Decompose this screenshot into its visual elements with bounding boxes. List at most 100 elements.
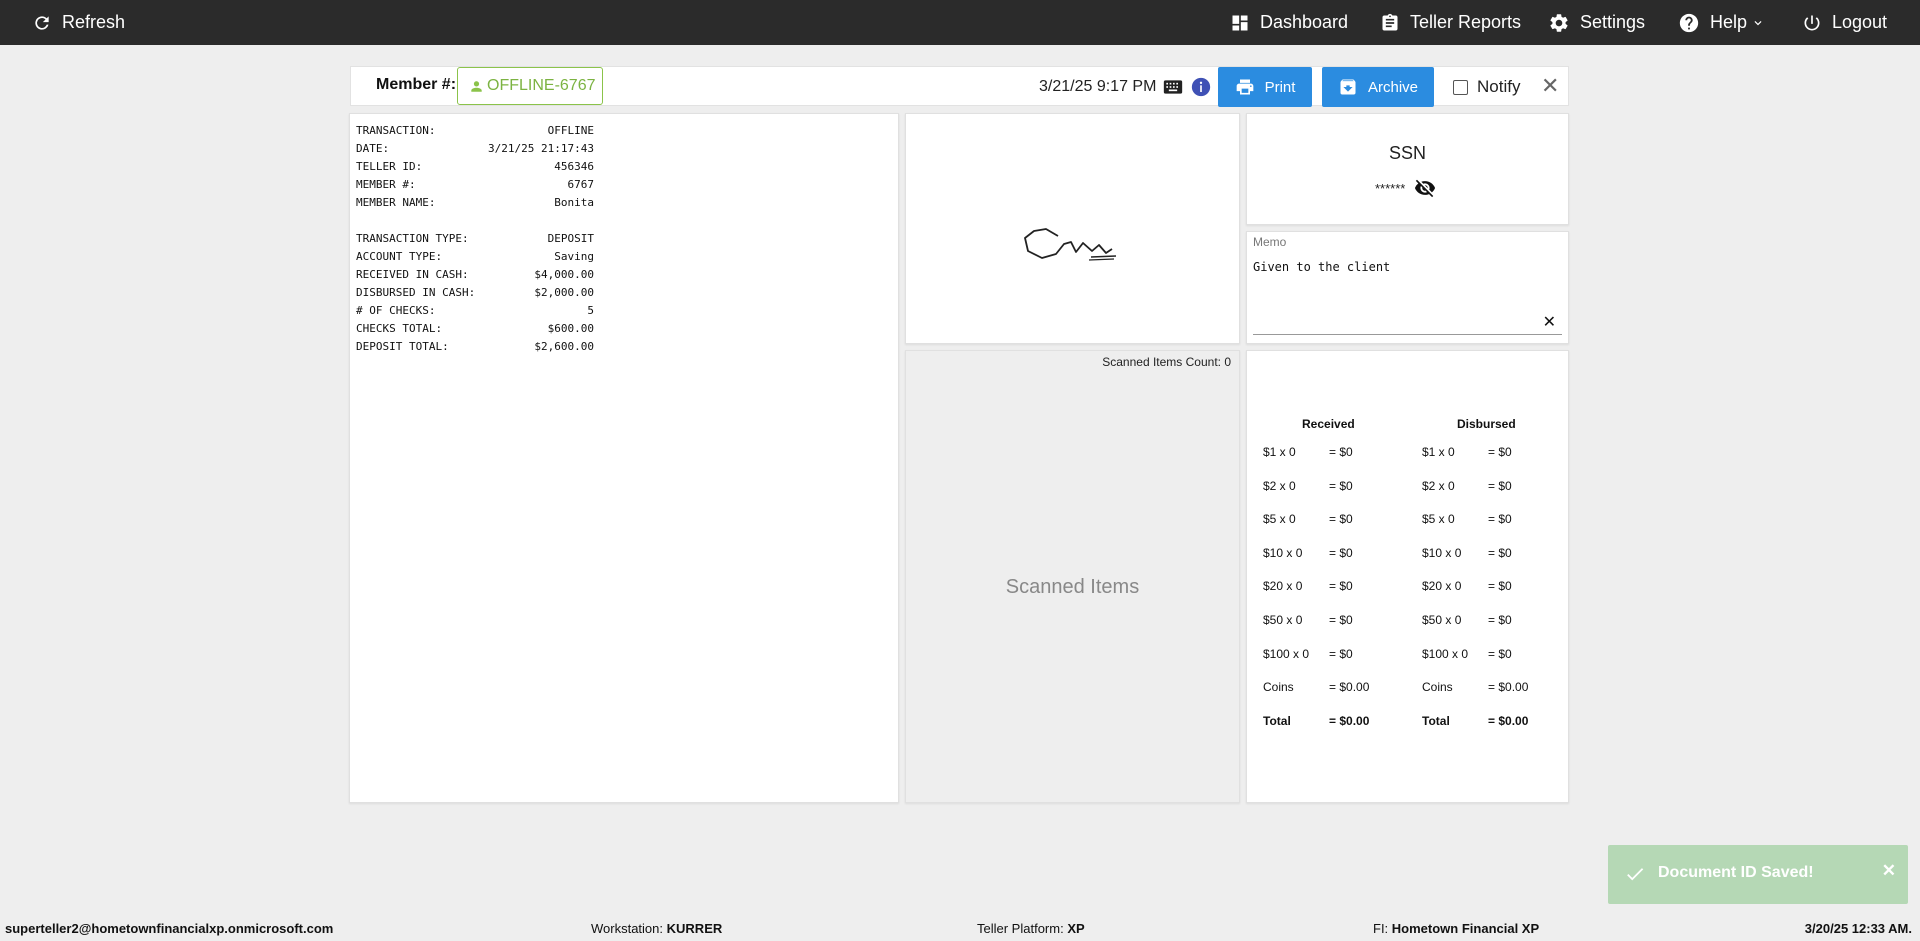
disbursed-denomination: $10 x 0 [1422, 545, 1462, 560]
toast-message: Document ID Saved! [1658, 864, 1814, 881]
footer-user: superteller2@hometownfinancialxp.onmicro… [5, 921, 334, 936]
user-icon [471, 80, 482, 92]
notify-label: Notify [1477, 77, 1521, 96]
disbursed-denomination: $2 x 0 [1422, 478, 1455, 493]
receipt-line-label: DISBURSED IN CASH: [356, 286, 476, 299]
received-denomination: Total [1263, 713, 1291, 728]
received-amount: = $0 [1329, 579, 1353, 594]
info-icon[interactable] [1191, 77, 1211, 97]
disbursed-amount: = $0 [1488, 545, 1512, 560]
receipt-line-value: $2,600.00 [534, 340, 594, 353]
receipt-line-label: # OF CHECKS: [356, 304, 436, 317]
scanned-items-panel[interactable]: Scanned Items Count: 0 Scanned Items [905, 350, 1240, 803]
dashboard-icon [1232, 15, 1248, 30]
keyboard-icon[interactable] [1163, 79, 1183, 95]
footer-platform-label: Teller Platform: [977, 921, 1064, 936]
scanned-items-count: Scanned Items Count: 0 [1102, 355, 1231, 369]
footer-user-wrap: superteller2@hometownfinancialxp.onmicro… [5, 921, 333, 936]
footer-platform-value: XP [1067, 921, 1085, 936]
disbursed-amount: = $0.00 [1488, 680, 1529, 695]
eye-off-icon[interactable] [1413, 177, 1437, 199]
ssn-title: SSN [1388, 143, 1426, 163]
receipt-panel: TRANSACTION: OFFLINE DATE: 3/21/25 21:17:43… [349, 113, 899, 803]
archive-label: Archive [1367, 78, 1419, 96]
receipt-line-value: Bonita [554, 196, 594, 209]
archive-button[interactable]: Archive [1322, 67, 1434, 107]
nav-settings[interactable]: Settings [1548, 0, 1645, 45]
nav-logout[interactable]: Logout [1802, 0, 1887, 45]
cash-row: $10 x 0 = $0 $10 x 0 = $0 [1247, 546, 1568, 566]
receipt-line-value: OFFLINE [547, 124, 594, 137]
disbursed-amount: = $0 [1488, 613, 1512, 627]
success-toast: Document ID Saved! ✕ [1608, 845, 1908, 904]
receipt-line-label: RECEIVED IN CASH: [356, 268, 469, 281]
cash-row: $5 x 0 = $0 $5 x 0 = $0 [1247, 512, 1568, 532]
clipboard-icon [1382, 13, 1398, 31]
received-amount: = $0 [1329, 512, 1353, 527]
disbursed-denomination: $1 x 0 [1422, 445, 1455, 459]
memo-clear-button[interactable]: ✕ [1543, 312, 1556, 332]
print-button[interactable]: Print [1218, 67, 1312, 107]
help-icon [1679, 13, 1699, 32]
receipt-line: RECEIVED IN CASH: $4,000.00 [356, 266, 594, 284]
footer-fi-label: FI: [1373, 921, 1389, 936]
chevron-down-icon [1754, 20, 1762, 25]
disbursed-denomination: $100 x 0 [1422, 646, 1469, 661]
print-label: Print [1264, 78, 1296, 96]
received-denomination: Coins [1263, 680, 1294, 695]
power-icon [1804, 15, 1820, 30]
received-denomination: $10 x 0 [1263, 545, 1303, 560]
disbursed-amount: = $0 [1488, 646, 1512, 661]
footer-fi: FI: Hometown Financial XP [1373, 921, 1539, 936]
received-amount: = $0 [1329, 445, 1353, 459]
footer-platform: Teller Platform: XP [977, 921, 1085, 936]
received-denomination: $100 x 0 [1263, 646, 1310, 661]
receipt-line: TELLER ID: 456346 [356, 158, 594, 176]
notify-checkbox-box[interactable] [1453, 79, 1468, 95]
refresh-button[interactable]: Refresh [32, 0, 125, 45]
status-footer: superteller2@hometownfinancialxp.onmicro… [0, 915, 1920, 941]
receipt-section-transaction: TRANSACTION: OFFLINE DATE: 3/21/25 21:17:43… [356, 122, 892, 212]
cash-row: Coins = $0.00 Coins = $0.00 [1247, 680, 1568, 700]
received-denomination: $50 x 0 [1263, 613, 1303, 627]
receipt-line: ACCOUNT TYPE: Saving [356, 248, 594, 266]
notify-checkbox[interactable]: Notify [1453, 77, 1520, 97]
received-amount: = $0 [1329, 478, 1353, 493]
disbursed-denomination: $5 x 0 [1422, 512, 1455, 527]
disbursed-amount: = $0.00 [1488, 713, 1529, 728]
receipt-line-label: CHECKS TOTAL: [356, 322, 443, 335]
cash-total-row: Total = $0.00 Total = $0.00 [1247, 714, 1568, 734]
receipt-line: MEMBER #: 6767 [356, 176, 594, 194]
signature-panel [905, 113, 1240, 344]
top-navbar: Refresh Dashboard Teller Reports Setting… [0, 0, 1920, 45]
receipt-line: # OF CHECKS: 5 [356, 302, 594, 320]
received-denomination: $5 x 0 [1263, 512, 1296, 527]
nav-help-dropdown[interactable]: Help [1678, 0, 1765, 45]
received-denomination: $2 x 0 [1263, 478, 1296, 493]
receipt-line: DISBURSED IN CASH: $2,000.00 [356, 284, 594, 302]
transaction-datetime: 3/21/25 9:17 PM [1039, 78, 1157, 95]
ssn-panel: SSN ****** [1246, 113, 1569, 225]
memo-textarea[interactable]: Given to the client [1253, 260, 1390, 274]
member-number-field[interactable]: OFFLINE-6767 [457, 67, 603, 105]
close-button[interactable]: ✕ [1541, 75, 1559, 97]
receipt-line-value: $2,000.00 [534, 286, 594, 299]
gear-icon [1550, 13, 1568, 32]
received-amount: = $0 [1329, 646, 1353, 661]
disbursed-denomination: Total [1422, 713, 1450, 728]
ssn-masked-value: ****** [1375, 180, 1406, 196]
receipt-line-label: TRANSACTION TYPE: [356, 232, 469, 245]
check-icon [1627, 868, 1644, 881]
nav-teller-reports[interactable]: Teller Reports [1380, 0, 1521, 45]
transaction-header: Member #: OFFLINE-6767 3/21/25 9:17 PM P… [350, 66, 1569, 107]
receipt-line-label: TRANSACTION: [356, 124, 436, 137]
disbursed-denomination: Coins [1422, 680, 1453, 695]
ssn-value-row: ****** [1375, 177, 1437, 199]
receipt-line: DATE: 3/21/25 21:17:43 [356, 140, 594, 158]
received-denomination: $20 x 0 [1263, 579, 1303, 594]
toast-close-button[interactable]: ✕ [1882, 861, 1896, 881]
signature-image [1024, 228, 1117, 261]
receipt-line-value: $600.00 [547, 322, 594, 335]
receipt-line: CHECKS TOTAL: $600.00 [356, 320, 594, 338]
nav-dashboard[interactable]: Dashboard [1230, 0, 1348, 45]
